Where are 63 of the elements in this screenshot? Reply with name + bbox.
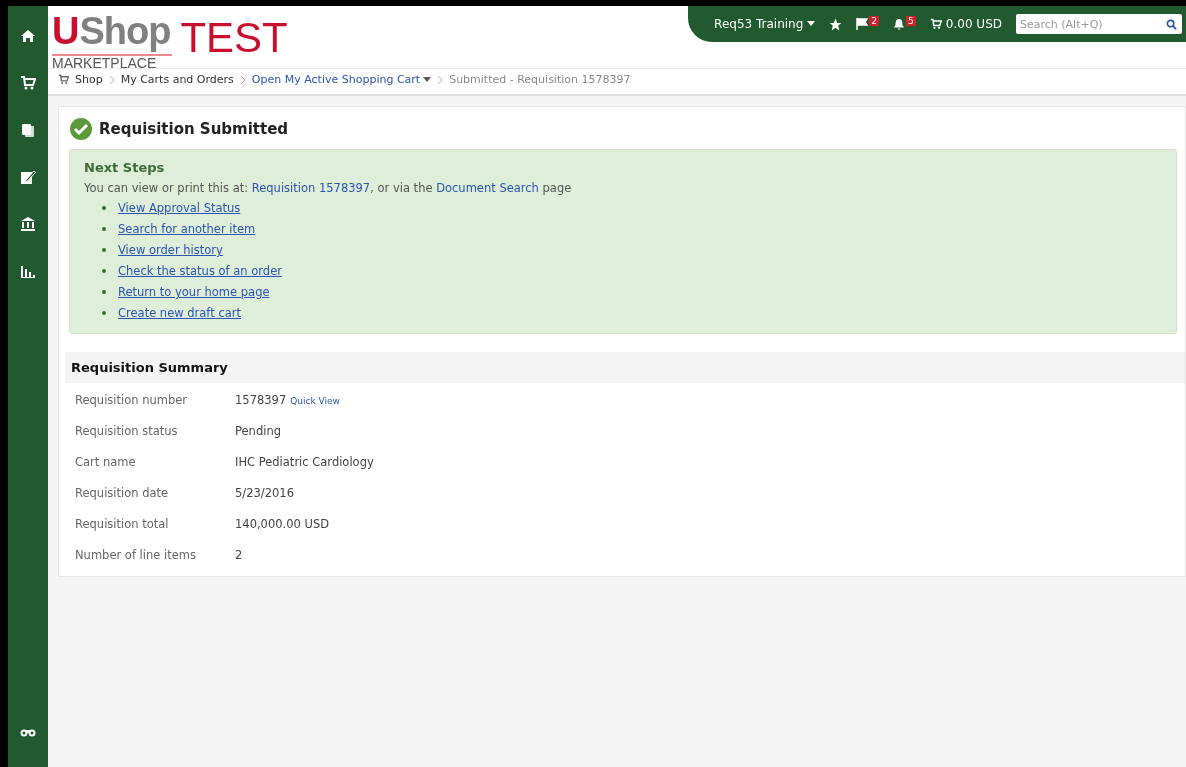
document-search-link[interactable]: Document Search	[436, 181, 539, 195]
bullet-icon	[102, 290, 106, 294]
bullet-icon	[102, 311, 106, 315]
field-label: Cart name	[75, 455, 137, 469]
caret-icon	[423, 76, 432, 83]
chevron-icon	[108, 74, 115, 85]
next-step-link[interactable]: Create new draft cart	[118, 306, 241, 320]
cart-icon	[929, 18, 942, 30]
intro-text: You can view or print this at: Requisition 1578397, or via the Document Search page	[84, 181, 573, 195]
field-value: 5/23/2016	[235, 486, 294, 500]
next-step-link[interactable]: View order history	[118, 243, 223, 257]
bullet-icon	[102, 269, 106, 273]
next-step-link[interactable]: Search for another item	[118, 222, 256, 236]
environment-label: TEST	[180, 14, 288, 62]
notification-button[interactable]: 5	[893, 18, 916, 30]
cart-icon	[58, 74, 69, 85]
edit-icon[interactable]	[20, 169, 36, 185]
field-value: Pending	[235, 424, 281, 438]
search-icon[interactable]	[1166, 19, 1177, 30]
check-circle-icon	[69, 117, 93, 141]
logo-mark: U	[52, 12, 80, 50]
home-icon[interactable]	[20, 28, 36, 44]
field-label: Requisition status	[75, 424, 179, 438]
flag-count-badge: 2	[869, 16, 880, 26]
chevron-icon	[437, 74, 444, 85]
field-label: Requisition total	[75, 517, 170, 531]
caret-icon	[807, 21, 816, 27]
documents-icon[interactable]	[20, 122, 36, 138]
breadcrumb-link[interactable]: Shop	[75, 73, 103, 86]
star-icon[interactable]	[829, 17, 843, 31]
bank-icon[interactable]	[20, 216, 36, 232]
user-menu[interactable]: Req53 Training	[714, 17, 816, 31]
next-step-link[interactable]: Check the status of an order	[118, 264, 282, 278]
bullet-icon	[102, 206, 106, 210]
field-value: 140,000.00 USD	[235, 517, 330, 531]
chevron-icon	[239, 74, 246, 85]
search-field[interactable]: Search (Alt+Q)	[1016, 14, 1182, 34]
breadcrumb-link[interactable]: My Carts and Orders	[120, 73, 234, 86]
bullet-icon	[102, 227, 106, 231]
cart-icon[interactable]	[20, 75, 36, 91]
notification-count-badge: 5	[906, 16, 916, 26]
field-value: 2	[235, 548, 243, 562]
field-value: 1578397	[235, 393, 287, 407]
summary-heading: Requisition Summary	[65, 352, 1185, 383]
field-label: Requisition number	[75, 393, 189, 407]
field-label: Number of line items	[75, 548, 197, 562]
section-heading: Next Steps	[84, 160, 166, 175]
field-value: IHC Pediatric Cardiology	[235, 455, 374, 469]
bell-icon	[893, 18, 906, 30]
field-label: Requisition date	[75, 486, 170, 500]
breadcrumb-link[interactable]: Open My Active Shopping Cart	[251, 73, 432, 86]
page-title: Requisition Submitted	[99, 120, 289, 138]
bullet-icon	[102, 248, 106, 252]
logo-text: Shop	[79, 10, 172, 54]
next-step-link[interactable]: Return to your home page	[118, 285, 270, 299]
breadcrumb-current: Submitted - Requisition 1578397	[449, 73, 631, 86]
quick-view-link[interactable]: Quick View	[290, 396, 340, 406]
flag-icon	[856, 18, 869, 30]
flag-button[interactable]: 2	[856, 18, 880, 30]
cart-total-button[interactable]: 0.00 USD	[929, 17, 1002, 31]
bar-chart-icon[interactable]	[20, 263, 36, 279]
requisition-link[interactable]: Requisition 1578397	[251, 181, 371, 195]
next-step-link[interactable]: View Approval Status	[118, 201, 241, 215]
